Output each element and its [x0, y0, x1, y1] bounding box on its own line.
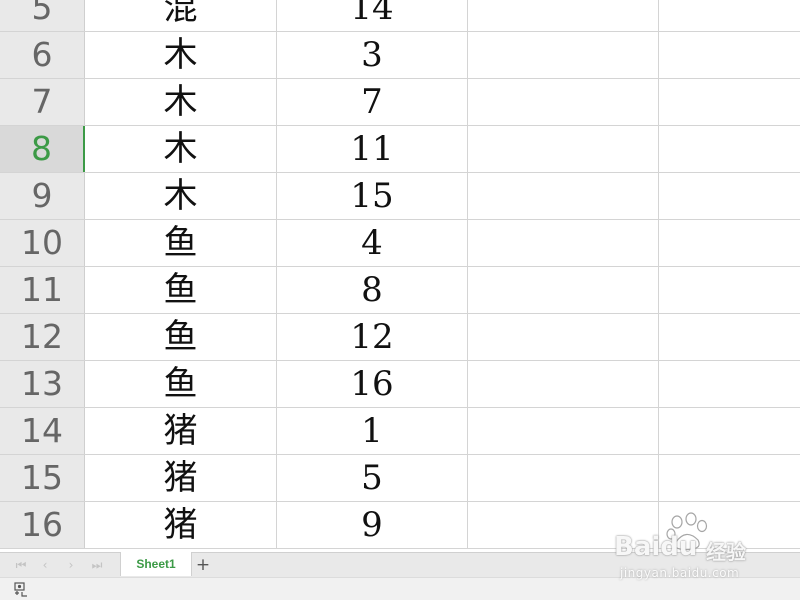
table-row: 14 猪 1	[0, 408, 800, 455]
cell-column-b[interactable]: 9	[277, 502, 468, 548]
cell-column-b[interactable]: 7	[277, 79, 468, 125]
sheet-tab-bar: ⏮ ‹ › ⏭ Sheet1 +	[0, 552, 800, 577]
next-sheet-icon[interactable]: ›	[64, 556, 78, 574]
cell-column-d[interactable]	[659, 79, 800, 125]
table-row: 11 鱼 8	[0, 267, 800, 314]
cell-column-d[interactable]	[659, 502, 800, 548]
cell-column-d[interactable]	[659, 361, 800, 407]
cell-column-b[interactable]: 11	[277, 126, 468, 172]
row-header[interactable]: 11	[0, 267, 85, 313]
cell-column-c[interactable]	[468, 126, 659, 172]
macro-record-icon[interactable]	[14, 581, 32, 597]
cell-column-d[interactable]	[659, 126, 800, 172]
cell-column-a[interactable]: 木	[85, 32, 277, 78]
cell-column-c[interactable]	[468, 79, 659, 125]
cell-column-c[interactable]	[468, 32, 659, 78]
table-row: 8 木 11	[0, 126, 800, 173]
row-header[interactable]: 5	[0, 0, 85, 31]
cell-column-c[interactable]	[468, 220, 659, 266]
cell-column-d[interactable]	[659, 32, 800, 78]
row-header[interactable]: 13	[0, 361, 85, 407]
last-sheet-icon[interactable]: ⏭	[90, 556, 104, 574]
table-row: 16 猪 9	[0, 502, 800, 549]
sheet-grid: 5 混 14 6 木 3 7 木 7 8 木 11 9 木 15 10 鱼 4 11 鱼 8 12 鱼 12 13 鱼 16 14 猪 1…	[0, 0, 800, 552]
cell-column-c[interactable]	[468, 502, 659, 548]
row-header[interactable]: 10	[0, 220, 85, 266]
cell-column-b[interactable]: 4	[277, 220, 468, 266]
row-header[interactable]: 9	[0, 173, 85, 219]
prev-sheet-icon[interactable]: ‹	[38, 556, 52, 574]
row-header[interactable]: 8	[0, 126, 85, 172]
row-header[interactable]: 7	[0, 79, 85, 125]
table-row: 6木3	[0, 32, 800, 79]
cell-column-d[interactable]	[659, 455, 800, 501]
cell-column-a[interactable]: 猪	[85, 455, 277, 501]
row-header[interactable]: 6	[0, 32, 85, 78]
cell-column-b[interactable]: 5	[277, 455, 468, 501]
cell-column-d[interactable]	[659, 220, 800, 266]
cell-column-a[interactable]: 木	[85, 79, 277, 125]
table-row: 15 猪 5	[0, 455, 800, 502]
cell-column-a[interactable]: 木	[85, 126, 277, 172]
cell-column-b[interactable]: 3	[277, 32, 468, 78]
table-row: 7木7	[0, 79, 800, 126]
row-header[interactable]: 14	[0, 408, 85, 454]
cell-column-d[interactable]	[659, 314, 800, 360]
cell-column-d[interactable]	[659, 173, 800, 219]
add-sheet-button[interactable]: +	[194, 554, 212, 576]
table-row: 13 鱼 16	[0, 361, 800, 408]
cell-column-b[interactable]: 12	[277, 314, 468, 360]
first-sheet-icon[interactable]: ⏮	[14, 556, 28, 574]
cell-column-b[interactable]: 14	[277, 0, 468, 31]
cell-column-c[interactable]	[468, 314, 659, 360]
cell-column-a[interactable]: 鱼	[85, 220, 277, 266]
cell-column-a[interactable]: 混	[85, 0, 277, 31]
table-row: 9 木 15	[0, 173, 800, 220]
cell-column-a[interactable]: 鱼	[85, 267, 277, 313]
cell-column-c[interactable]	[468, 408, 659, 454]
table-row: 5 混 14	[0, 0, 800, 32]
row-header[interactable]: 12	[0, 314, 85, 360]
cell-column-c[interactable]	[468, 267, 659, 313]
cell-column-c[interactable]	[468, 0, 659, 31]
spreadsheet-window: 5 混 14 6 木 3 7 木 7 8 木 11 9 木 15 10 鱼 4 11 鱼 8 12 鱼 12 13 鱼 16 14 猪 1…	[0, 0, 800, 600]
cell-column-d[interactable]	[659, 408, 800, 454]
cell-column-b[interactable]: 15	[277, 173, 468, 219]
cell-column-d[interactable]	[659, 0, 800, 31]
cell-column-c[interactable]	[468, 173, 659, 219]
cell-column-b[interactable]: 16	[277, 361, 468, 407]
cell-column-d[interactable]	[659, 267, 800, 313]
cell-column-a[interactable]: 猪	[85, 408, 277, 454]
cell-column-c[interactable]	[468, 361, 659, 407]
table-row: 12 鱼 12	[0, 314, 800, 361]
cell-column-a[interactable]: 猪	[85, 502, 277, 548]
cell-column-a[interactable]: 鱼	[85, 314, 277, 360]
table-row: 10 鱼 4	[0, 220, 800, 267]
cell-column-a[interactable]: 鱼	[85, 361, 277, 407]
cell-column-b[interactable]: 8	[277, 267, 468, 313]
cell-column-a[interactable]: 木	[85, 173, 277, 219]
status-bar	[0, 577, 800, 600]
cell-column-c[interactable]	[468, 455, 659, 501]
sheet-tab-sheet1[interactable]: Sheet1	[120, 552, 192, 576]
row-header[interactable]: 15	[0, 455, 85, 501]
row-header[interactable]: 16	[0, 502, 85, 548]
cell-column-b[interactable]: 1	[277, 408, 468, 454]
